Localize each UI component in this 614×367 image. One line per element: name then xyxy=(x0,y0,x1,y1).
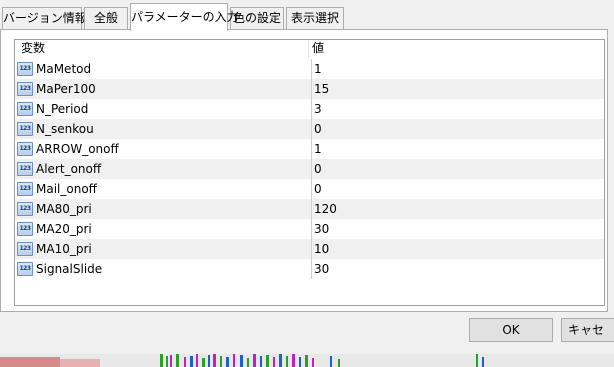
parameter-name: MaMetod xyxy=(36,62,92,76)
tab-parameters[interactable]: パラメーターの入力 xyxy=(130,3,239,31)
ok-button[interactable]: OK xyxy=(469,318,553,342)
table-row[interactable]: 123 MA80_pri 120 xyxy=(15,199,604,219)
table-row[interactable]: 123 MA10_pri 10 xyxy=(15,239,604,259)
table-row[interactable]: 123 SignalSlide 30 xyxy=(15,259,604,279)
numeric-parameter-icon: 123 xyxy=(17,262,33,276)
table-row[interactable]: 123 N_senkou 0 xyxy=(15,119,604,139)
parameter-table: 変数 値 123 MaMetod 1 123 MaPer100 15 123 N… xyxy=(14,39,605,306)
numeric-parameter-icon: 123 xyxy=(17,242,33,256)
parameter-name: Alert_onoff xyxy=(36,162,102,176)
parameter-value[interactable]: 0 xyxy=(311,179,591,199)
numeric-parameter-icon: 123 xyxy=(17,162,33,176)
parameter-name: ARROW_onoff xyxy=(36,142,119,156)
parameter-value[interactable]: 10 xyxy=(311,239,591,259)
table-row[interactable]: 123 Alert_onoff 0 xyxy=(15,159,604,179)
cancel-button[interactable]: キャセ xyxy=(561,318,614,342)
table-row[interactable]: 123 MaPer100 15 xyxy=(15,79,604,99)
parameter-name: MA20_pri xyxy=(36,222,92,236)
numeric-parameter-icon: 123 xyxy=(17,182,33,196)
numeric-parameter-icon: 123 xyxy=(17,82,33,96)
numeric-parameter-icon: 123 xyxy=(17,102,33,116)
column-header-variable[interactable]: 変数 xyxy=(15,40,309,58)
tab-bar: バージョン情報 全般 パラメーターの入力 色の設定 表示選択 xyxy=(0,0,614,31)
parameter-value[interactable]: 15 xyxy=(311,79,591,99)
tab-general[interactable]: 全般 xyxy=(84,7,128,29)
parameter-name: MA10_pri xyxy=(36,242,92,256)
parameter-value[interactable]: 1 xyxy=(311,59,591,79)
parameter-value[interactable]: 3 xyxy=(311,99,591,119)
parameter-value[interactable]: 0 xyxy=(311,159,591,179)
tab-version-info[interactable]: バージョン情報 xyxy=(2,7,87,29)
parameter-value[interactable]: 120 xyxy=(311,199,591,219)
numeric-parameter-icon: 123 xyxy=(17,142,33,156)
parameter-name: MaPer100 xyxy=(36,82,96,96)
numeric-parameter-icon: 123 xyxy=(17,122,33,136)
background-chart-bars xyxy=(0,354,484,367)
parameter-value[interactable]: 30 xyxy=(311,259,591,279)
parameter-value[interactable]: 1 xyxy=(311,139,591,159)
table-row[interactable]: 123 MaMetod 1 xyxy=(15,59,604,79)
tab-display[interactable]: 表示選択 xyxy=(286,7,344,29)
table-row[interactable]: 123 ARROW_onoff 1 xyxy=(15,139,604,159)
table-row[interactable]: 123 N_Period 3 xyxy=(15,99,604,119)
table-row[interactable]: 123 MA20_pri 30 xyxy=(15,219,604,239)
parameter-name: N_Period xyxy=(36,102,89,116)
column-header-value[interactable]: 値 xyxy=(310,40,604,58)
parameter-value[interactable]: 30 xyxy=(311,219,591,239)
parameter-name: MA80_pri xyxy=(36,202,92,216)
parameter-name: Mail_onoff xyxy=(36,182,97,196)
numeric-parameter-icon: 123 xyxy=(17,62,33,76)
numeric-parameter-icon: 123 xyxy=(17,202,33,216)
parameter-value[interactable]: 0 xyxy=(311,119,591,139)
parameter-name: SignalSlide xyxy=(36,262,103,276)
table-header: 変数 値 xyxy=(15,40,604,58)
parameter-name: N_senkou xyxy=(36,122,94,136)
table-row[interactable]: 123 Mail_onoff 0 xyxy=(15,179,604,199)
numeric-parameter-icon: 123 xyxy=(17,222,33,236)
